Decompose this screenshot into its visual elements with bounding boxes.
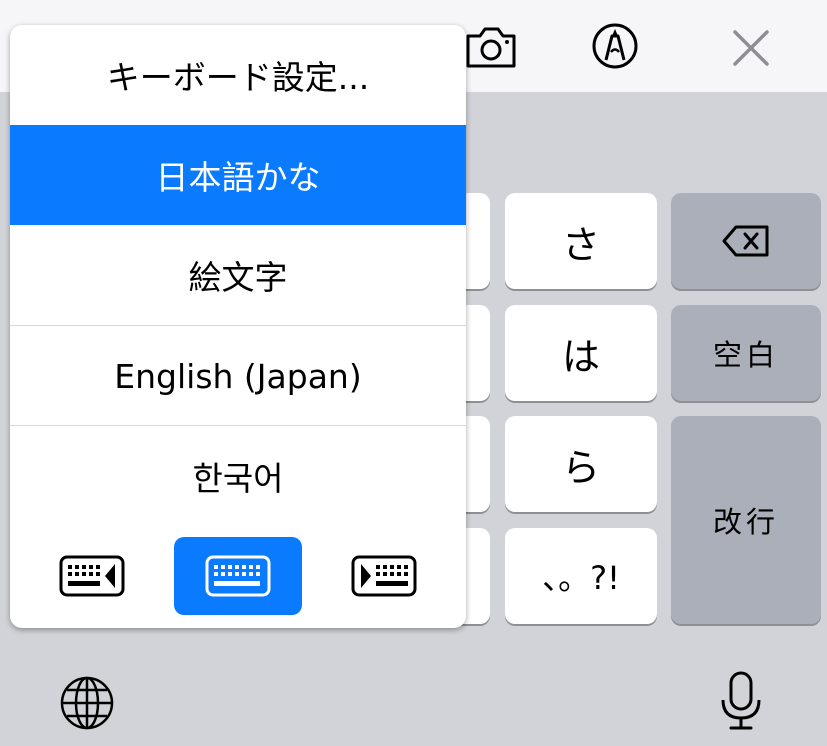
key-sa[interactable]: さ: [505, 193, 657, 289]
camera-icon[interactable]: [464, 22, 518, 74]
menu-item-english-japan[interactable]: English (Japan): [10, 326, 466, 426]
keyboard-switcher-popup: キーボード設定... 日本語かな 絵文字 English (Japan) 한국어: [10, 25, 466, 628]
globe-icon[interactable]: [59, 675, 115, 735]
menu-item-japanese-kana[interactable]: 日本語かな: [10, 125, 466, 225]
keyboard-left-mode-button[interactable]: [28, 537, 156, 615]
keyboard-right-icon: [351, 555, 417, 597]
markup-pen-icon[interactable]: [591, 22, 639, 74]
keyboard-right-mode-button[interactable]: [320, 537, 448, 615]
close-icon[interactable]: [730, 27, 772, 73]
delete-key[interactable]: [671, 193, 821, 289]
microphone-icon[interactable]: [719, 670, 763, 736]
key-punctuation[interactable]: 、。?!: [505, 528, 657, 624]
menu-item-emoji[interactable]: 絵文字: [10, 225, 466, 325]
keyboard-left-icon: [59, 555, 125, 597]
delete-icon: [722, 225, 769, 257]
key-ra[interactable]: ら: [505, 416, 657, 512]
keyboard-settings-item[interactable]: キーボード設定...: [10, 25, 466, 125]
menu-item-korean[interactable]: 한국어: [10, 426, 466, 526]
keyboard-full-mode-button[interactable]: [174, 537, 302, 615]
key-ha[interactable]: は: [505, 305, 657, 401]
space-key[interactable]: 空白: [671, 305, 821, 401]
keyboard-full-icon: [205, 555, 271, 597]
return-key[interactable]: 改行: [671, 416, 821, 624]
